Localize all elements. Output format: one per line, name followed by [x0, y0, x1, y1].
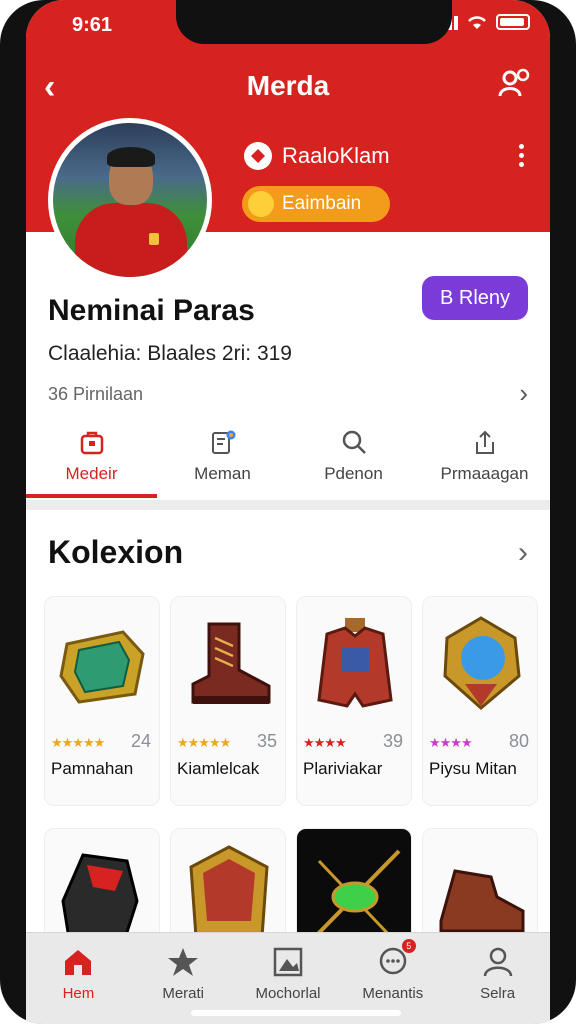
- item-name: Kiamlelcak: [177, 759, 260, 778]
- note-icon: [211, 430, 235, 454]
- avatar[interactable]: [48, 118, 212, 282]
- add-friend-icon[interactable]: [496, 66, 532, 102]
- club-name: RaaloKlam: [282, 143, 390, 168]
- status-time: 9:61: [72, 14, 113, 36]
- boots-icon: [179, 609, 279, 719]
- collection-item[interactable]: ★★★★★ 24 Pamnahan: [44, 596, 160, 806]
- armor-bracer-icon: [53, 609, 153, 719]
- item-name: Piysu Mitan: [429, 759, 517, 778]
- collection-item[interactable]: ★★★★ 39 Plariviakar: [296, 596, 412, 806]
- tab-label: Meman: [194, 464, 251, 483]
- app-screen: 9:61 ‹ Merda RaaloKlam Eaimbain Neminai …: [26, 0, 550, 1024]
- picture-icon: [273, 947, 303, 977]
- tab-label: Prmaaagan: [440, 464, 529, 483]
- vest-icon: [305, 609, 405, 719]
- rating-stars: ★★★★★: [177, 735, 231, 750]
- profile-name: Neminai Paras: [48, 294, 255, 327]
- search-icon: [342, 430, 366, 454]
- item-score: 35: [256, 731, 277, 751]
- tab-label: Pdenon: [324, 464, 383, 483]
- chat-icon: 5: [376, 939, 416, 979]
- battery-icon: [496, 14, 530, 30]
- section-divider: [26, 500, 550, 510]
- more-options-icon[interactable]: [519, 144, 524, 167]
- notch: [176, 0, 452, 44]
- chevron-right-icon[interactable]: ›: [518, 536, 528, 570]
- item-score: 80: [508, 731, 529, 751]
- nav-label: Mochorlal: [255, 985, 321, 1002]
- smiley-icon: [248, 191, 274, 217]
- item-score: 24: [130, 731, 151, 751]
- collection-grid: ★★★★★ 24 Pamnahan ★★★★★ 35 Kiamlelcak ★★…: [44, 596, 538, 968]
- nav-label: Merati: [162, 985, 205, 1002]
- star-icon: [168, 948, 199, 976]
- avatar-hair: [107, 147, 155, 167]
- nav-home[interactable]: Hem: [26, 933, 131, 1024]
- person-icon: [483, 947, 512, 977]
- level-badge: Eaimbain: [242, 186, 390, 222]
- rating-stars: ★★★★: [429, 735, 473, 750]
- notification-badge: 5: [401, 939, 416, 953]
- collection-section: Kolexion › ★★★★★ 24 Pamnahan ★★★★★ 35 Ki…: [26, 510, 550, 968]
- avatar-shirt: [75, 203, 187, 277]
- tab-prmaaagan[interactable]: Prmaaagan: [419, 420, 550, 500]
- profile-stats: Claalehia: Blaales 2ri: 319: [48, 342, 292, 365]
- phone-frame: 9:61 ‹ Merda RaaloKlam Eaimbain Neminai …: [0, 0, 576, 1024]
- level-badge-label: Eaimbain: [282, 193, 362, 214]
- follow-button[interactable]: B Rleny: [422, 276, 528, 320]
- home-icon: [65, 950, 92, 975]
- avatar-crest: [149, 233, 159, 245]
- page-title: Merda: [246, 70, 330, 101]
- share-icon: [475, 430, 494, 454]
- nav-label: Selra: [480, 985, 516, 1002]
- club-row[interactable]: RaaloKlam: [244, 142, 390, 170]
- rating-stars: ★★★★: [303, 735, 347, 750]
- nav-label: Menantis: [362, 985, 424, 1002]
- bag-icon: [80, 431, 103, 455]
- item-name: Plariviakar: [303, 759, 383, 778]
- chevron-right-icon[interactable]: ›: [519, 378, 528, 409]
- item-score: 39: [382, 731, 403, 751]
- nav-label: Hem: [62, 985, 95, 1002]
- club-icon: [244, 142, 272, 170]
- tab-pdenon[interactable]: Pdenon: [288, 420, 419, 500]
- home-indicator: [191, 1010, 401, 1016]
- item-name: Pamnahan: [51, 759, 134, 778]
- collection-item[interactable]: ★★★★ 80 Piysu Mitan: [422, 596, 538, 806]
- profile-tabs: Medeir Meman Pdenon Prmaaagan: [26, 420, 550, 500]
- nav-selra[interactable]: Selra: [445, 933, 550, 1024]
- amulet-icon: [431, 609, 531, 719]
- rating-stars: ★★★★★: [51, 735, 105, 750]
- tab-label: Medeir: [65, 464, 118, 483]
- collection-item[interactable]: ★★★★★ 35 Kiamlelcak: [170, 596, 286, 806]
- profile-sub-link[interactable]: 36 Pirnilaan: [48, 384, 143, 405]
- collection-title: Kolexion: [48, 534, 184, 570]
- tab-medeir[interactable]: Medeir: [26, 420, 157, 500]
- tab-meman[interactable]: Meman: [157, 420, 288, 500]
- wifi-icon: [468, 16, 486, 29]
